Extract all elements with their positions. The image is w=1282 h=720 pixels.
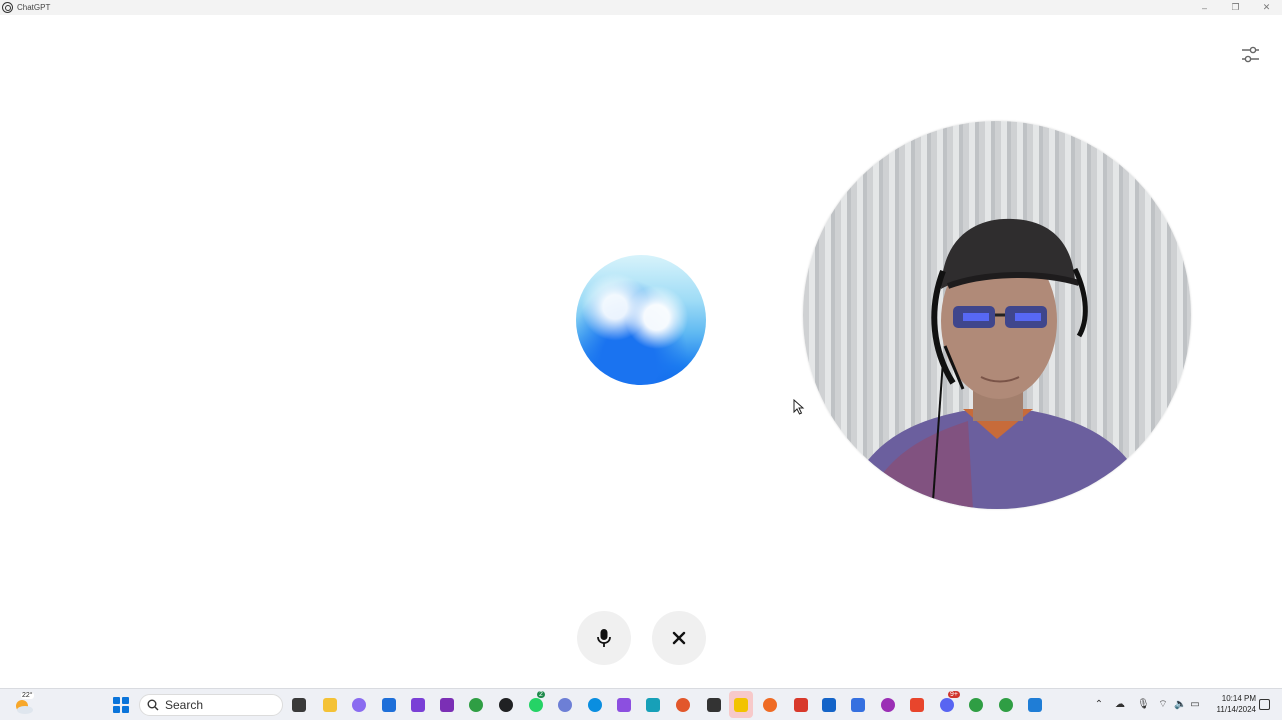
mouse-cursor-icon: [793, 399, 805, 415]
notification-icon[interactable]: [1259, 699, 1270, 710]
microsoft-store-icon[interactable]: [382, 698, 396, 712]
system-clock[interactable]: 10:14 PM 11/14/2024: [1206, 693, 1256, 715]
chevron-up-icon[interactable]: ⌃: [1094, 700, 1104, 710]
start-button[interactable]: [113, 697, 129, 713]
task-view-icon[interactable]: [292, 698, 306, 712]
app-orange-icon[interactable]: [676, 698, 690, 712]
sliders-icon[interactable]: [1241, 45, 1260, 64]
app-s-icon[interactable]: [707, 698, 721, 712]
end-voice-button[interactable]: [652, 611, 706, 665]
whatsapp-badge: 2: [537, 691, 545, 698]
microphone-button[interactable]: [577, 611, 631, 665]
app-violet-icon[interactable]: [617, 698, 631, 712]
skype-icon[interactable]: [588, 698, 602, 712]
screen: ChatGPT – ❐ ✕ 22° Search 2 9+ ⌃ ☁ 🎙 ⌔ 🔈 …: [0, 0, 1282, 720]
clock-date: 11/14/2024: [1216, 705, 1256, 714]
app-red-icon[interactable]: [794, 698, 808, 712]
window-title: ChatGPT: [17, 3, 51, 12]
chatgpt-icon[interactable]: [499, 698, 513, 712]
search-icon: [147, 699, 159, 711]
taskbar-search[interactable]: Search: [139, 694, 283, 716]
person-video-frame: [843, 218, 1153, 509]
firefox-icon[interactable]: [763, 698, 777, 712]
app-magenta-icon[interactable]: [881, 698, 895, 712]
clock-time: 10:14 PM: [1221, 694, 1256, 703]
mail-icon[interactable]: [822, 698, 836, 712]
windows-logo-icon: [113, 705, 120, 713]
windows-logo-icon: [113, 697, 120, 705]
app-blue-icon[interactable]: [851, 698, 865, 712]
camera-preview: [803, 121, 1191, 509]
chrome-2-icon[interactable]: [969, 698, 983, 712]
battery-icon[interactable]: ▭: [1190, 700, 1200, 710]
onenote-icon[interactable]: [440, 698, 454, 712]
settings-icon[interactable]: [558, 698, 572, 712]
chrome-3-icon[interactable]: [999, 698, 1013, 712]
app-s-red-icon[interactable]: [910, 698, 924, 712]
volume-icon[interactable]: 🔈: [1174, 700, 1186, 710]
close-icon: [672, 631, 686, 645]
taskbar: 22° Search 2 9+ ⌃ ☁ 🎙 ⌔ 🔈 ▭ 10:14 PM 11/…: [0, 688, 1282, 720]
title-bar: ChatGPT – ❐ ✕: [0, 0, 1282, 15]
wifi-icon[interactable]: ⌔: [1158, 700, 1168, 710]
app-s-blue-icon[interactable]: [1028, 698, 1042, 712]
app-purple-icon[interactable]: [411, 698, 425, 712]
discord-icon[interactable]: [940, 698, 954, 712]
close-window-button[interactable]: ✕: [1251, 0, 1282, 15]
copilot-icon[interactable]: [352, 698, 366, 712]
minimize-button[interactable]: –: [1189, 0, 1220, 15]
chrome-icon[interactable]: [469, 698, 483, 712]
window-controls: – ❐ ✕: [1189, 0, 1282, 15]
maximize-button[interactable]: ❐: [1220, 0, 1251, 15]
microphone-icon: [597, 629, 611, 647]
onedrive-icon[interactable]: ☁: [1115, 700, 1125, 710]
weather-temperature: 22°: [21, 692, 34, 699]
discord-badge: 9+: [948, 691, 960, 698]
whatsapp-icon[interactable]: [529, 698, 543, 712]
windows-logo-icon: [121, 705, 129, 713]
search-placeholder: Search: [165, 698, 204, 712]
voice-orb: [576, 255, 706, 385]
windows-logo-icon: [121, 697, 129, 705]
microphone-tray-icon[interactable]: 🎙: [1137, 700, 1150, 710]
sticky-notes-icon[interactable]: [734, 698, 748, 712]
app-teal-icon[interactable]: [646, 698, 660, 712]
chatgpt-logo-icon: [2, 2, 13, 13]
file-explorer-icon[interactable]: [323, 698, 337, 712]
